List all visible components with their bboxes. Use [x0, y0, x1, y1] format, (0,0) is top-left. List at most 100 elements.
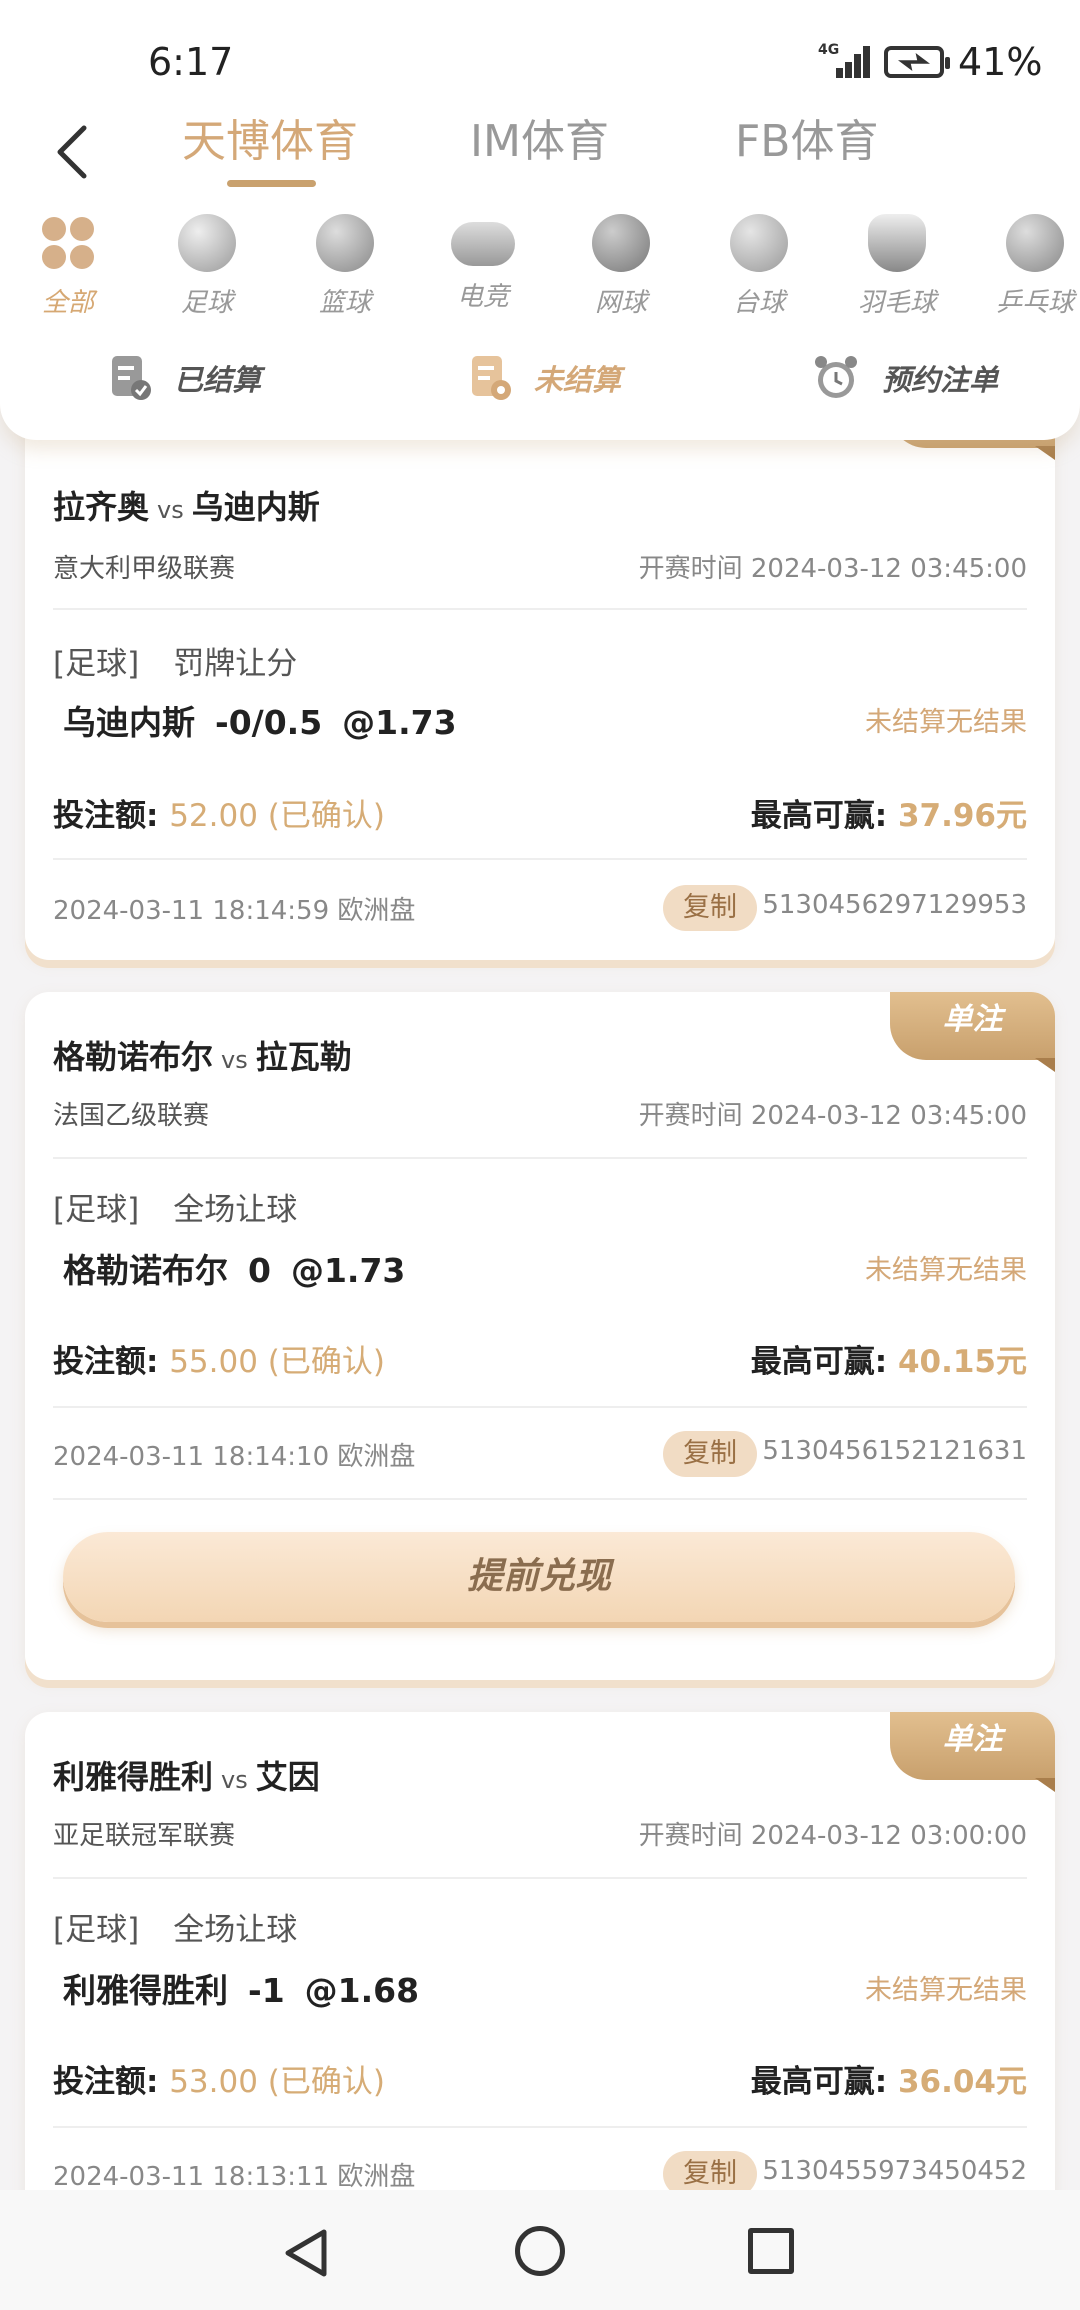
football-icon [178, 214, 236, 272]
cash-out-button[interactable]: 提前兑现 [63, 1532, 1015, 1622]
battery-icon [884, 46, 950, 78]
stake-value: 52.00 (已确认) [169, 798, 385, 834]
battery-percent: 41% [958, 40, 1043, 84]
sport-basketball[interactable]: 篮球 [285, 210, 405, 319]
settlement-filter-bar: 已结算 未结算 预约注单 [0, 350, 1080, 410]
sport-label: 足球 [180, 288, 233, 318]
settle-status: 未结算无结果 [865, 707, 1027, 738]
stake-row: 投注额: 53.00 (已确认) [53, 2056, 385, 2101]
sport-billiards[interactable]: 台球 [699, 210, 819, 319]
header-panel: 6:17 4G 41% 天博体育 IM体育 FB体育 全部 足球 篮球 电竞 网… [0, 0, 1080, 440]
league-name: 亚足联冠军联赛 [53, 1821, 236, 1851]
basketball-icon [316, 214, 374, 272]
divider [53, 1877, 1027, 1879]
match-title: 拉齐奥 vs 乌迪内斯 [53, 482, 320, 528]
odds: @1.73 [342, 703, 457, 742]
copy-button[interactable]: 复制 [663, 885, 757, 931]
stake-label: 投注额: [53, 798, 159, 834]
sport-tennis[interactable]: 网球 [561, 210, 681, 319]
active-tab-indicator [227, 180, 316, 187]
tab-tianbo[interactable]: 天博体育 [182, 105, 358, 169]
gamepad-icon [451, 222, 515, 266]
sport-table-tennis[interactable]: 乒乓球 [975, 210, 1080, 319]
market-line: [足球] 全场让球 [53, 1184, 297, 1229]
nav-back-icon[interactable] [282, 2228, 332, 2278]
market-name: 全场让球 [173, 1912, 298, 1948]
vs-label: vs [221, 1046, 248, 1074]
placed-time: 2024-03-11 18:14:59 欧洲盘 [53, 896, 416, 926]
vs-label: vs [221, 1766, 248, 1794]
max-win-value: 40.15元 [897, 1344, 1027, 1380]
status-bar: 6:17 4G 41% [0, 0, 1080, 95]
sport-tag: [足球] [53, 646, 140, 682]
market-name: 全场让球 [173, 1192, 298, 1228]
away-team: 乌迪内斯 [191, 488, 320, 526]
placed-time: 2024-03-11 18:13:11 欧洲盘 [53, 2162, 416, 2192]
bet-card[interactable]: 单注 格勒诺布尔 vs 拉瓦勒 法国乙级联赛 开赛时间 2024-03-12 03:… [25, 992, 1055, 1680]
billiards-icon [730, 214, 788, 272]
max-win-row: 最高可赢: 37.96元 [751, 790, 1027, 835]
sport-label: 羽毛球 [857, 288, 936, 318]
divider [53, 1498, 1027, 1500]
kickoff-time: 开赛时间 2024-03-12 03:45:00 [638, 554, 1027, 584]
order-number: 5130456297129953 [762, 890, 1027, 920]
selection: 格勒诺布尔 [63, 1251, 228, 1290]
single-bet-ribbon: 单注 [890, 992, 1055, 1060]
sport-esports[interactable]: 电竞 [423, 210, 543, 313]
sport-label: 电竞 [456, 282, 509, 312]
placed-time: 2024-03-11 18:14:10 欧洲盘 [53, 1442, 416, 1472]
market-line: [足球] 全场让球 [53, 1904, 297, 1949]
settled-icon [110, 354, 152, 402]
market-line: [足球] 罚牌让分 [53, 638, 297, 683]
divider [53, 1157, 1027, 1159]
away-team: 拉瓦勒 [255, 1038, 352, 1076]
max-win-row: 最高可赢: 36.04元 [751, 2056, 1027, 2101]
stake-row: 投注额: 55.00 (已确认) [53, 1336, 385, 1381]
sport-tag: [足球] [53, 1912, 140, 1948]
tab-fb[interactable]: FB体育 [735, 105, 879, 169]
max-win-label: 最高可赢: [750, 1344, 888, 1380]
stake-label: 投注额: [53, 2064, 159, 2100]
home-team: 拉齐奥 [53, 488, 150, 526]
all-icon [39, 214, 97, 272]
divider [53, 1406, 1027, 1408]
handicap-line: 0 [248, 1251, 271, 1290]
order-number: 5130456152121631 [762, 1436, 1027, 1466]
nav-home-icon[interactable] [515, 2226, 565, 2276]
handicap-line: -1 [248, 1971, 285, 2010]
max-win-label: 最高可赢: [750, 798, 888, 834]
filter-label: 预约注单 [882, 363, 999, 397]
vs-label: vs [157, 496, 184, 524]
filter-settled[interactable]: 已结算 [110, 350, 261, 406]
sport-label: 篮球 [318, 288, 371, 318]
sport-all[interactable]: 全部 [8, 210, 128, 319]
nav-recents-icon[interactable] [748, 2228, 794, 2274]
filter-reserved[interactable]: 预约注单 [812, 350, 998, 406]
selection: 利雅得胜利 [63, 1971, 228, 2010]
bet-card[interactable]: 单注 拉齐奥vs乌迪内斯 意大利甲级联赛 开赛时间 2024-03-12 03:… [25, 400, 1055, 960]
divider [53, 2126, 1027, 2128]
sport-badminton[interactable]: 羽毛球 [837, 210, 957, 319]
tennis-icon [592, 214, 650, 272]
kickoff-time: 开赛时间 2024-03-12 03:00:00 [638, 1821, 1027, 1851]
home-team: 格勒诺布尔 [53, 1038, 214, 1076]
copy-button[interactable]: 复制 [663, 1431, 757, 1477]
bet-card[interactable]: 单注 利雅得胜利 vs 艾因 亚足联冠军联赛 开赛时间 2024-03-12 03:… [25, 1712, 1055, 2252]
stake-value: 55.00 (已确认) [169, 1344, 385, 1380]
league-name: 意大利甲级联赛 [53, 554, 236, 584]
handicap-line: -0/0.5 [215, 703, 323, 742]
sport-label: 台球 [732, 288, 785, 318]
selection: 乌迪内斯 [63, 703, 195, 742]
unsettled-icon [470, 354, 512, 402]
sport-football[interactable]: 足球 [147, 210, 267, 319]
network-type: 4G [818, 42, 840, 58]
filter-unsettled[interactable]: 未结算 [470, 350, 621, 406]
single-bet-ribbon: 单注 [890, 1712, 1055, 1780]
sport-tag: [足球] [53, 1192, 140, 1228]
kickoff-time: 开赛时间 2024-03-12 03:45:00 [638, 1101, 1027, 1131]
league-name: 法国乙级联赛 [53, 1101, 210, 1131]
odds: @1.73 [290, 1251, 406, 1290]
tab-im[interactable]: IM体育 [470, 105, 609, 169]
stake-label: 投注额: [53, 1344, 159, 1380]
filter-label: 已结算 [174, 363, 262, 397]
